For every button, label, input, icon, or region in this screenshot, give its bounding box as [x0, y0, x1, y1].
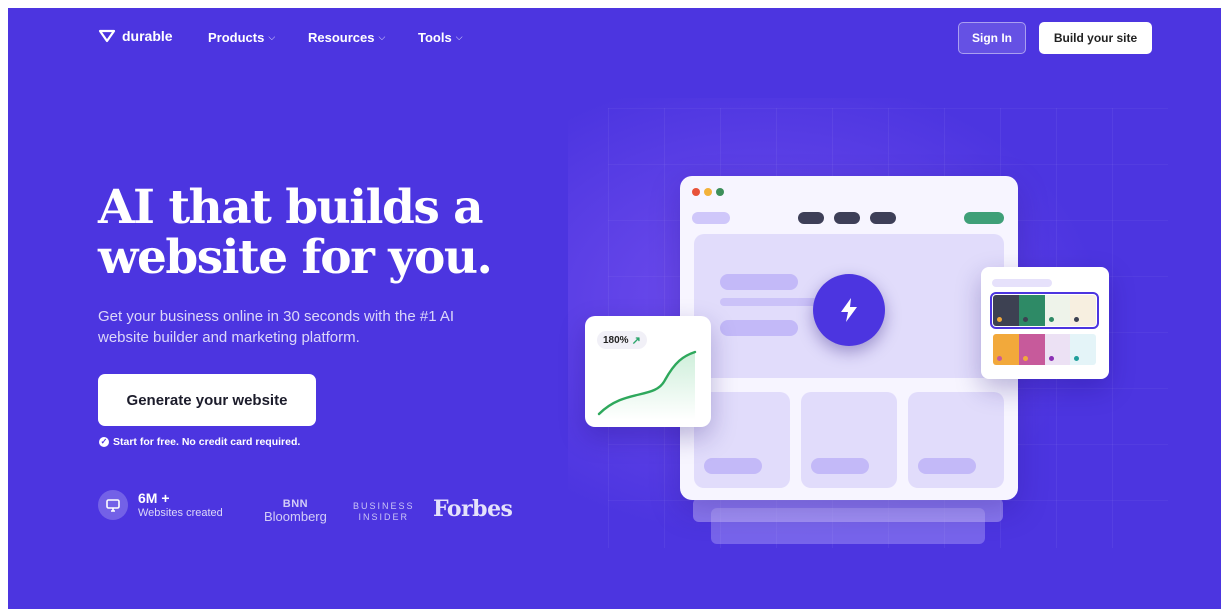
- subtitle-line-2: website builder and marketing platform.: [98, 329, 360, 346]
- mockup-card-bar: [918, 458, 976, 474]
- chevron-down-icon: ⌵: [455, 32, 463, 42]
- mockup-logo-pill: [692, 212, 730, 224]
- hero-subtitle: Get your business online in 30 seconds w…: [98, 306, 518, 348]
- swatch: [1044, 334, 1071, 365]
- swatch: [1044, 295, 1071, 326]
- window-dot-red: [692, 188, 700, 196]
- lightning-bolt-icon: [813, 274, 885, 346]
- websites-stat: 6M + Websites created: [98, 490, 223, 520]
- swatch: [1018, 334, 1045, 365]
- durable-logo-icon: [98, 29, 116, 43]
- title-line-1: AI that builds a: [98, 180, 484, 235]
- business-insider-logo: BUSINESS INSIDER: [353, 501, 415, 523]
- growth-curve: [597, 350, 697, 420]
- stat-label: Websites created: [138, 507, 223, 519]
- free-note: ✓ Start for free. No credit card require…: [99, 436, 300, 448]
- arrow-up-right-icon: ↗: [631, 334, 641, 347]
- mockup-text-bar: [720, 274, 798, 290]
- top-nav: durable Products ⌵ Resources ⌵ Tools ⌵ S…: [8, 8, 1221, 68]
- build-your-site-button[interactable]: Build your site: [1039, 22, 1152, 54]
- subtitle-line-1: Get your business online in 30 seconds w…: [98, 308, 455, 325]
- palette-row-selected: [990, 292, 1099, 329]
- nav-tools[interactable]: Tools ⌵: [418, 30, 463, 45]
- mockup-card: [801, 392, 897, 488]
- forbes-logo: Forbes: [433, 496, 513, 522]
- mockup-card-bar: [704, 458, 762, 474]
- monitor-icon: [98, 490, 128, 520]
- window-dot-green: [716, 188, 724, 196]
- nav-products[interactable]: Products ⌵: [208, 30, 275, 45]
- business-text: BUSINESS: [353, 501, 415, 511]
- stat-count: 6M +: [138, 490, 170, 506]
- window-dot-yellow: [704, 188, 712, 196]
- swatch: [993, 295, 1019, 326]
- title-line-2: website for you.: [98, 230, 493, 285]
- growth-badge: 180% ↗: [597, 331, 647, 349]
- check-circle-icon: ✓: [99, 437, 109, 447]
- bnn-bloomberg-logo: BNN Bloomberg: [264, 499, 327, 524]
- mockup-text-bar: [720, 298, 820, 306]
- growth-value: 180%: [603, 334, 629, 346]
- nav-tools-label: Tools: [418, 30, 452, 45]
- palette-row: [993, 334, 1096, 365]
- generate-website-button[interactable]: Generate your website: [98, 374, 316, 426]
- chevron-down-icon: ⌵: [268, 32, 276, 42]
- swatch: [1070, 334, 1096, 365]
- free-note-text: Start for free. No credit card required.: [113, 436, 301, 448]
- hero-section: durable Products ⌵ Resources ⌵ Tools ⌵ S…: [8, 8, 1221, 609]
- mockup-card: [908, 392, 1004, 488]
- mockup-card-bar: [811, 458, 869, 474]
- sign-in-button[interactable]: Sign In: [958, 22, 1026, 54]
- logo-text: durable: [122, 28, 173, 44]
- nav-resources-label: Resources: [308, 30, 375, 45]
- palette-header-bar: [992, 279, 1052, 287]
- mockup-text-bar: [720, 320, 798, 336]
- mockup-cta-pill: [964, 212, 1004, 224]
- mockup-nav-pill: [798, 212, 824, 224]
- color-palette-card: [981, 267, 1109, 379]
- swatch: [1070, 295, 1096, 326]
- page-title: AI that builds a website for you.: [98, 183, 558, 283]
- swatch: [993, 334, 1019, 365]
- swatch: [1018, 295, 1045, 326]
- nav-products-label: Products: [208, 30, 265, 45]
- insider-text: INSIDER: [358, 512, 410, 522]
- mockup-nav-pill: [870, 212, 896, 224]
- mockup-nav-pill: [834, 212, 860, 224]
- chevron-down-icon: ⌵: [378, 32, 386, 42]
- logo[interactable]: durable: [98, 28, 173, 44]
- growth-card: 180% ↗: [585, 316, 711, 427]
- nav-resources[interactable]: Resources ⌵: [308, 30, 385, 45]
- stacked-page-shadow: [693, 498, 1003, 522]
- bloomberg-text: Bloomberg: [264, 509, 327, 524]
